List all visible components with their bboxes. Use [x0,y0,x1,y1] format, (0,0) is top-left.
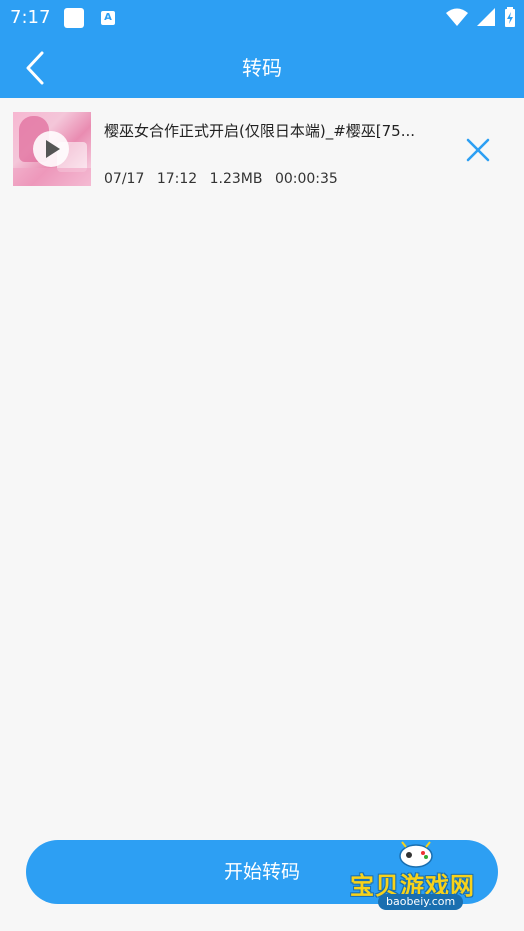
close-icon [466,138,490,162]
video-meta: 07/17 17:12 1.23MB 00:00:35 [104,171,346,187]
thumbnail-footer [13,168,91,186]
start-transcode-button[interactable]: 开始转码 [26,840,498,904]
page-title: 转码 [242,56,282,80]
signal-icon [476,8,495,26]
battery-icon [505,7,515,27]
video-title: 樱巫女合作正式开启(仅限日本端)_#樱巫[75... [104,122,416,140]
status-bar: 7:17 A [0,0,524,36]
status-icons [442,7,516,29]
play-button[interactable] [33,131,69,167]
status-time: 7:17 [10,7,51,28]
video-size: 1.23MB [209,171,263,187]
notification-square-icon [64,8,84,28]
video-list-item[interactable]: 樱巫女合作正式开启(仅限日本端)_#樱巫[75... 07/17 17:12 1… [0,98,524,198]
content-area: 樱巫女合作正式开启(仅限日本端)_#樱巫[75... 07/17 17:12 1… [0,98,524,931]
app-bar: 转码 [0,36,524,98]
notification-a-icon: A [101,11,115,25]
wifi-icon [445,8,468,26]
video-date: 07/17 [104,171,145,187]
video-time: 17:12 [156,171,198,187]
play-icon [46,140,60,158]
video-thumbnail [13,112,91,186]
remove-video-button[interactable] [462,134,494,166]
video-duration: 00:00:35 [274,171,338,187]
